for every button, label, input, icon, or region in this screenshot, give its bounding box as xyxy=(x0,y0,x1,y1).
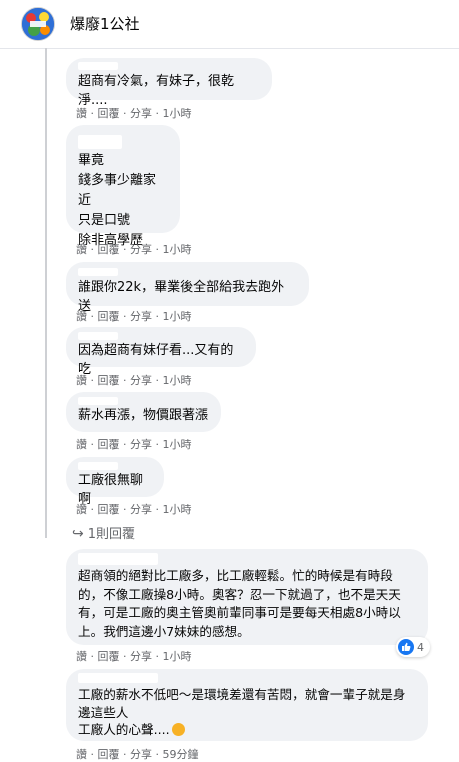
like-link[interactable]: 讚 xyxy=(76,438,87,451)
redacted-name xyxy=(78,462,118,470)
reply-link[interactable]: 回覆 xyxy=(98,310,120,323)
like-link[interactable]: 讚 xyxy=(76,107,87,120)
like-link[interactable]: 讚 xyxy=(76,748,87,761)
page-name[interactable]: 爆廢1公社 xyxy=(70,13,140,34)
redacted-name xyxy=(78,332,118,340)
share-link[interactable]: 分享 xyxy=(130,107,152,120)
comment-time[interactable]: 1小時 xyxy=(163,650,192,663)
comment-actions: 讚 · 回覆 · 分享 · 1小時 xyxy=(76,438,192,451)
like-reaction-icon xyxy=(398,639,414,655)
reply-arrow-icon: ↪ xyxy=(72,526,84,542)
like-link[interactable]: 讚 xyxy=(76,374,87,387)
comment-bubble: 工廠的薪水不低吧～是環境差還有苦悶，就會一輩子就是身邊這些人 工廠人的心聲...… xyxy=(66,669,428,741)
comment-actions: 讚 · 回覆 · 分享 · 1小時 xyxy=(76,107,192,120)
share-link[interactable]: 分享 xyxy=(130,243,152,256)
comment-bubble: 誰跟你22k，畢業後全部給我去跑外送 xyxy=(66,262,309,314)
comment-bubble: 因為超商有妹仔看...又有的吃 xyxy=(66,327,256,377)
comment-text: 薪水再漲，物價跟著漲 xyxy=(78,408,209,423)
comment-actions: 讚 · 回覆 · 分享 · 1小時 xyxy=(76,650,192,663)
crying-emoji-icon xyxy=(171,723,185,736)
comment-bubble: 超商領的絕對比工廠多，比工廠輕鬆。忙的時候是有時段的，不像工廠操8小時。奧客？忍… xyxy=(66,549,428,645)
reaction-count: 4 xyxy=(417,640,424,654)
comment-actions: 讚 · 回覆 · 分享 · 1小時 xyxy=(76,310,192,323)
comment-text: 畢竟 錢多事少離家近 只是口號 除非高學歷 xyxy=(78,153,157,248)
reply-link[interactable]: 回覆 xyxy=(98,243,120,256)
redacted-name xyxy=(78,397,118,405)
like-link[interactable]: 讚 xyxy=(76,243,87,256)
comment-bubble: 畢竟 錢多事少離家近 只是口號 除非高學歷 xyxy=(66,125,180,248)
share-link[interactable]: 分享 xyxy=(130,650,152,663)
page-header: 爆廢1公社 xyxy=(0,0,459,49)
comment-time[interactable]: 1小時 xyxy=(163,438,192,451)
comment-text: 超商領的絕對比工廠多，比工廠輕鬆。忙的時候是有時段的，不像工廠操8小時。奧客？忍… xyxy=(78,568,401,639)
comment-actions: 讚 · 回覆 · 分享 · 1小時 xyxy=(76,374,192,387)
comment-bubble: 超商有冷氣，有妹子，很乾淨.... xyxy=(66,58,272,108)
reply-link[interactable]: 回覆 xyxy=(98,438,120,451)
comment-time[interactable]: 59分鐘 xyxy=(163,748,199,761)
reply-link[interactable]: 回覆 xyxy=(98,107,120,120)
comment-actions: 讚 · 回覆 · 分享 · 1小時 xyxy=(76,503,192,516)
share-link[interactable]: 分享 xyxy=(130,310,152,323)
reply-link[interactable]: 回覆 xyxy=(98,503,120,516)
comment-time[interactable]: 1小時 xyxy=(163,243,192,256)
reply-link[interactable]: 回覆 xyxy=(98,374,120,387)
comment-actions: 讚 · 回覆 · 分享 · 59分鐘 xyxy=(76,748,199,761)
redacted-name xyxy=(78,268,118,276)
comment-bubble: 薪水再漲，物價跟著漲 xyxy=(66,392,221,432)
redacted-name xyxy=(78,553,158,565)
thread-line xyxy=(45,48,47,538)
reply-link[interactable]: 回覆 xyxy=(98,650,120,663)
view-replies-label: 1則回覆 xyxy=(87,527,136,542)
redacted-name xyxy=(78,135,122,149)
like-link[interactable]: 讚 xyxy=(76,503,87,516)
like-link[interactable]: 讚 xyxy=(76,310,87,323)
like-link[interactable]: 讚 xyxy=(76,650,87,663)
share-link[interactable]: 分享 xyxy=(130,374,152,387)
comment-bubble: 工廠很無聊啊 xyxy=(66,457,164,507)
comment-time[interactable]: 1小時 xyxy=(163,374,192,387)
comment-time[interactable]: 1小時 xyxy=(163,503,192,516)
view-replies-link[interactable]: ↪ 1則回覆 xyxy=(72,523,135,542)
comment-text: 工廠的薪水不低吧～是環境差還有苦悶，就會一輩子就是身邊這些人 工廠人的心聲...… xyxy=(78,687,406,737)
redacted-name xyxy=(78,673,158,683)
comment-actions: 讚 · 回覆 · 分享 · 1小時 xyxy=(76,243,192,256)
share-link[interactable]: 分享 xyxy=(130,503,152,516)
reply-link[interactable]: 回覆 xyxy=(98,748,120,761)
comment-time[interactable]: 1小時 xyxy=(163,310,192,323)
comment-time[interactable]: 1小時 xyxy=(163,107,192,120)
reaction-badge[interactable]: 4 xyxy=(396,637,430,657)
redacted-name xyxy=(78,62,118,70)
share-link[interactable]: 分享 xyxy=(130,438,152,451)
page-avatar[interactable] xyxy=(21,7,55,41)
share-link[interactable]: 分享 xyxy=(130,748,152,761)
